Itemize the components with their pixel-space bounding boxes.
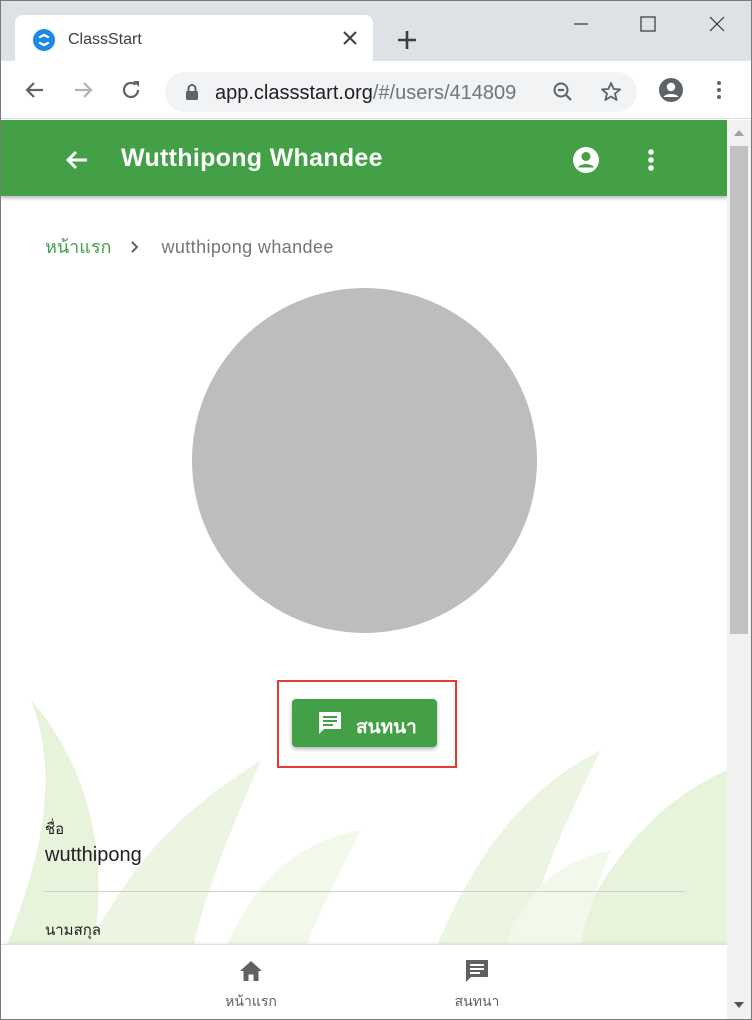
browser-menu-icon[interactable] [707, 78, 731, 102]
scrollbar-thumb[interactable] [730, 146, 748, 634]
nav-chat-label: สนทนา [454, 993, 500, 1009]
back-arrow-icon[interactable] [63, 146, 91, 174]
home-icon [240, 961, 262, 981]
tab-strip: ClassStart [1, 1, 751, 61]
avatar [192, 288, 537, 633]
browser-toolbar: app.classstart.org/#/users/414809 [1, 61, 751, 119]
scroll-down-arrow-icon[interactable] [733, 1000, 745, 1010]
nav-home-label: หน้าแรก [225, 993, 277, 1009]
bookmark-star-icon[interactable] [599, 80, 623, 104]
url-text: app.classstart.org/#/users/414809 [215, 82, 517, 104]
browser-tab[interactable]: ClassStart [15, 15, 373, 61]
classstart-favicon-icon [33, 29, 55, 51]
field-divider [45, 891, 685, 892]
lock-icon [186, 84, 198, 100]
page-viewport: Wutthipong Whandee หน้าแรก wutthipong wha… [1, 120, 727, 1019]
chat-button-label: สนทนา [356, 717, 417, 738]
minimize-icon[interactable] [561, 9, 601, 39]
last-name-label: นามสกุล [45, 922, 101, 939]
reload-icon[interactable] [119, 78, 143, 102]
bottom-navigation: หน้าแรก สนทนา [1, 944, 727, 1019]
chevron-right-icon [131, 241, 139, 253]
browser-window: ClassStart app.classstart.org/#/users/41… [0, 0, 752, 1020]
nav-item-home[interactable]: หน้าแรก [191, 945, 311, 1019]
breadcrumb: หน้าแรก wutthipong whandee [45, 232, 334, 261]
window-close-icon[interactable] [697, 9, 737, 39]
back-arrow-icon[interactable] [23, 78, 47, 102]
new-tab-icon[interactable] [393, 26, 421, 54]
maximize-icon[interactable] [627, 9, 667, 39]
page-title: Wutthipong Whandee [121, 144, 383, 172]
chat-icon [466, 960, 488, 982]
account-circle-icon[interactable] [570, 144, 602, 176]
chat-icon [319, 712, 341, 734]
close-tab-icon[interactable] [339, 27, 361, 49]
more-vert-icon[interactable] [637, 144, 665, 176]
first-name-value: wutthipong [45, 844, 142, 866]
tab-title: ClassStart [68, 31, 142, 48]
scrollbar[interactable] [727, 120, 751, 1019]
breadcrumb-current: wutthipong whandee [161, 237, 334, 257]
nav-item-chat[interactable]: สนทนา [417, 945, 537, 1019]
zoom-out-icon[interactable] [551, 80, 575, 104]
breadcrumb-home-link[interactable]: หน้าแรก [45, 237, 111, 257]
chat-button[interactable]: สนทนา [292, 699, 437, 747]
app-bar: Wutthipong Whandee [1, 120, 727, 196]
address-bar[interactable]: app.classstart.org/#/users/414809 [165, 72, 637, 112]
forward-arrow-icon[interactable] [71, 78, 95, 102]
scroll-up-arrow-icon[interactable] [733, 128, 745, 138]
first-name-label: ชื่อ [45, 821, 65, 838]
profile-icon[interactable] [657, 76, 685, 104]
